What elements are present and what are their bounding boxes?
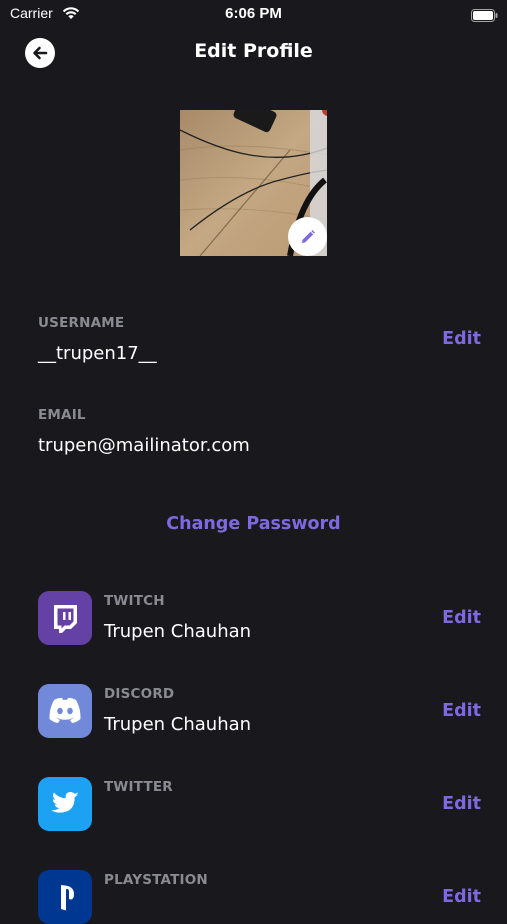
twitch-name: Trupen Chauhan [104,621,252,642]
status-time: 6:06 PM [225,5,282,22]
change-password-button[interactable]: Change Password [0,514,507,534]
status-bar: Carrier 6:06 PM [0,0,507,28]
email-value: trupen@mailinator.com [38,435,250,456]
battery-icon [471,7,498,22]
twitter-icon [38,777,92,831]
edit-photo-button[interactable] [288,217,327,256]
pencil-icon [301,229,315,243]
discord-icon [38,684,92,738]
discord-name: Trupen Chauhan [104,714,252,735]
edit-playstation-button[interactable]: Edit [442,887,481,907]
playstation-label: PLAYSTATION [104,872,208,888]
email-label: EMAIL [38,407,86,423]
edit-twitter-button[interactable]: Edit [442,794,481,814]
edit-discord-button[interactable]: Edit [442,701,481,721]
twitch-icon [38,591,92,645]
twitter-label: TWITTER [104,779,173,795]
username-label: USERNAME [38,315,125,331]
twitch-label: TWITCH [104,593,165,609]
edit-twitch-button[interactable]: Edit [442,608,481,628]
page-title: Edit Profile [194,40,313,62]
edit-username-button[interactable]: Edit [442,329,481,349]
playstation-icon [38,870,92,924]
username-value: __trupen17__ [38,343,157,364]
discord-label: DISCORD [104,686,175,702]
